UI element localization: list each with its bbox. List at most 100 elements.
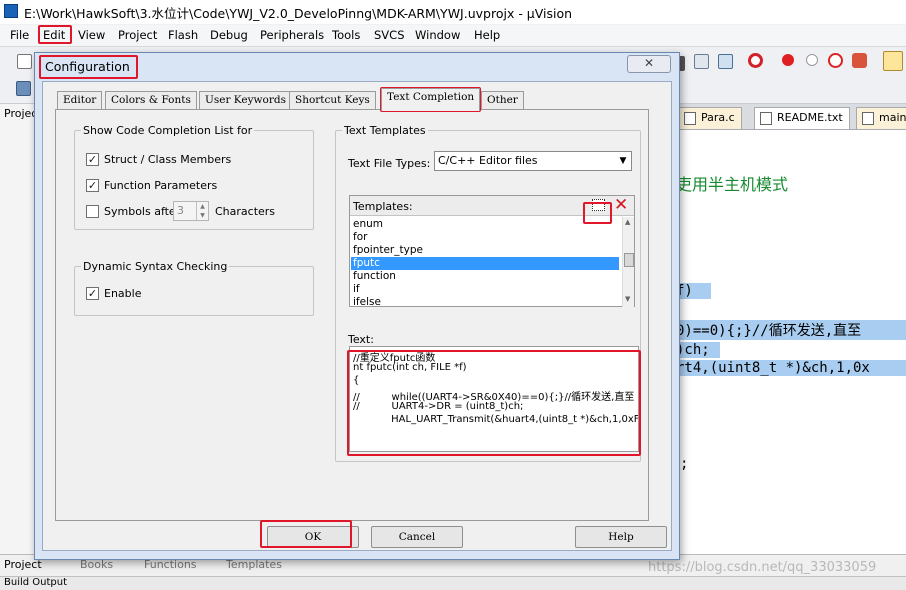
menu-debug[interactable]: Debug [210,28,248,42]
file-types-select[interactable]: C/C++ Editor files ▼ [434,151,632,171]
template-text-editor[interactable]: //重定义fputc函数 nt fputc(int ch, FILE *f) {… [349,346,639,452]
ok-button[interactable]: OK [267,526,359,548]
list-item[interactable]: ifelse [351,296,619,307]
menu-svcs[interactable]: SVCS [374,28,405,42]
enable-breakpoint-icon[interactable] [806,54,818,66]
configuration-dialog: Configuration ✕ Editor Colors & Fonts Us… [34,52,680,560]
characters-label: Characters [215,205,276,218]
list-item[interactable]: enum [351,218,619,231]
spinner-arrows-icon[interactable]: ▲ ▼ [196,202,208,220]
close-icon[interactable]: ✕ [627,55,671,73]
code-line-selected: rt4,(uint8_t *)&ch,1,0x [676,360,906,376]
code-line-selected: f) [676,283,711,299]
dynamic-syntax-legend: Dynamic Syntax Checking [83,260,228,273]
disable-breakpoints-icon[interactable] [828,53,843,68]
scroll-up-icon[interactable]: ▲ [625,218,630,226]
scroll-down-icon[interactable]: ▼ [625,295,630,303]
template-text-line: HAL_UART_Transmit(&huart4,(uint8_t *)&ch… [353,414,639,425]
text-templates-group: Text Templates Text File Types: C/C++ Ed… [335,124,641,462]
symbols-count-spinner[interactable]: 3 ▲ ▼ [173,201,209,221]
tab-editor[interactable]: Editor [57,91,103,110]
cancel-button[interactable]: Cancel [371,526,463,548]
enable-syntax-label: Enable [104,287,142,300]
template-text-line: { [353,375,360,386]
menu-project[interactable]: Project [118,28,157,42]
file-tab-para[interactable]: Para.c [678,107,742,129]
file-types-label: Text File Types: [348,157,431,170]
text-templates-legend: Text Templates [344,124,426,137]
templates-list[interactable]: enum for fpointer_type fputc function if… [350,217,622,307]
build-icon[interactable] [16,81,31,96]
file-tab-main[interactable]: main [856,107,906,129]
watermark: https://blog.csdn.net/qq_33033059 [648,560,877,575]
list-item[interactable]: function [351,270,619,283]
struct-members-checkbox[interactable]: ✓ [86,153,99,166]
list-item[interactable]: fpointer_type [351,244,619,257]
function-params-label: Function Parameters [104,179,218,192]
code-line-comment: 吏用半主机模式 [676,175,789,194]
new-file-icon[interactable] [17,54,32,69]
template-text-line: nt fputc(int ch, FILE *f) [353,362,467,373]
menu-tools[interactable]: Tools [332,28,360,42]
symbols-count-value: 3 [177,204,184,217]
symbols-after-label: Symbols after [104,205,181,218]
menu-help[interactable]: Help [474,28,500,42]
list-item[interactable]: if [351,283,619,296]
text-completion-panel: Show Code Completion List for ✓ Struct /… [55,109,649,521]
enable-syntax-checkbox[interactable]: ✓ [86,287,99,300]
completion-list-legend: Show Code Completion List for [83,124,253,137]
completion-list-group: Show Code Completion List for ✓ Struct /… [74,124,314,230]
chevron-down-icon[interactable]: ▼ [615,152,631,170]
dialog-client: Editor Colors & Fonts User Keywords Shor… [42,81,672,551]
file-tab-readme[interactable]: README.txt [754,107,850,129]
uvision-app-icon [4,4,18,18]
code-line-selected: 0)==0){;}//循环发送,直至 [676,320,906,340]
file-types-value: C/C++ Editor files [438,154,538,167]
menu-flash[interactable]: Flash [168,28,198,42]
delete-template-icon[interactable]: ✕ [614,195,628,215]
menu-window[interactable]: Window [415,28,460,42]
incremental-find-icon[interactable] [718,54,733,69]
template-text-line: // UART4->DR = (uint8_t)ch; [353,401,524,412]
menu-edit[interactable]: Edit [43,28,65,42]
menu-bar: File Edit View Project Flash Debug Perip… [0,25,906,47]
find-in-files-icon[interactable] [694,54,709,69]
templates-scrollbar[interactable]: ▲ ▼ [622,217,634,307]
tab-text-completion[interactable]: Text Completion [381,88,481,111]
tab-user-keywords[interactable]: User Keywords [199,91,292,110]
scrollbar-thumb[interactable] [624,253,634,267]
text-file-icon [760,112,772,125]
dialog-title: Configuration [45,59,130,74]
dynamic-syntax-group: Dynamic Syntax Checking ✓ Enable [74,260,314,316]
c-file-icon [684,112,696,125]
templates-header: Templates: ✕ [350,195,634,216]
templates-box: Templates: ✕ enum for fpointer_type fput… [349,195,635,307]
help-button[interactable]: Help [575,526,667,548]
tab-colors-fonts[interactable]: Colors & Fonts [105,91,197,110]
build-output-title: Build Output [4,577,68,588]
tab-other[interactable]: Other [481,91,524,110]
menu-view[interactable]: View [78,28,105,42]
build-output-panel: Build Output [0,576,906,590]
templates-label: Templates: [353,200,413,213]
menu-file[interactable]: File [10,28,29,42]
struct-members-label: Struct / Class Members [104,153,232,166]
text-label: Text: [348,333,374,346]
function-params-checkbox[interactable]: ✓ [86,179,99,192]
tab-shortcut-keys[interactable]: Shortcut Keys [289,91,376,110]
new-template-icon[interactable] [592,199,605,211]
list-item-selected[interactable]: fputc [351,257,619,270]
symbols-after-checkbox[interactable] [86,205,99,218]
code-line: ; [680,456,689,472]
debug-session-icon[interactable] [748,53,763,68]
kill-breakpoints-icon[interactable] [852,53,867,68]
window-title: E:\Work\HawkSoft\3.水位计\Code\YWJ_V2.0_Dev… [24,6,573,21]
menu-peripherals[interactable]: Peripherals [260,28,324,42]
code-line-selected: )ch; [676,342,720,358]
file-tab-strip: Para.c README.txt main [676,104,906,130]
title-bar: E:\Work\HawkSoft\3.水位计\Code\YWJ_V2.0_Dev… [0,0,906,24]
window-layout-icon[interactable] [883,51,903,71]
insert-breakpoint-icon[interactable] [782,54,794,66]
list-item[interactable]: for [351,231,619,244]
c-file-icon [862,112,874,125]
